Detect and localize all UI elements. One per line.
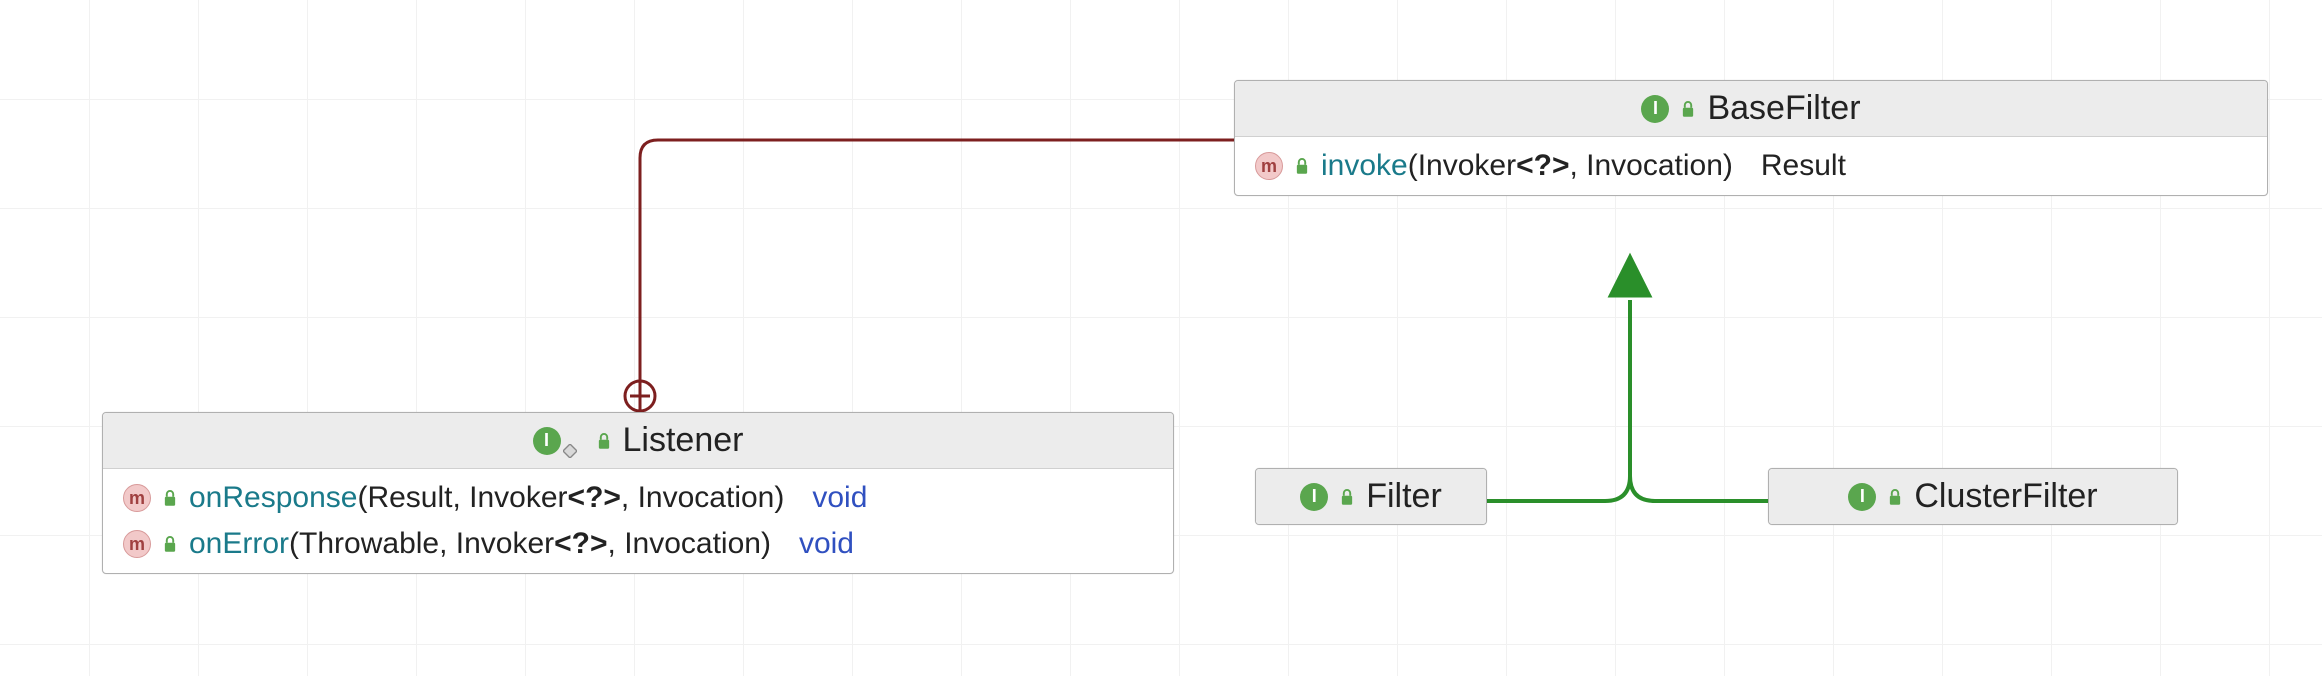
lock-icon [1293,157,1311,175]
lock-icon [1679,100,1697,118]
class-body: m invoke(Invoker<?>, Invocation) Result [1235,137,2267,195]
interface-icon: I [1848,483,1876,511]
lock-icon [595,432,613,450]
method-return: void [812,481,867,515]
method-name: invoke [1321,149,1408,182]
inner-class-anchor-icon [625,381,655,411]
class-body: m onResponse(Result, Invoker<?>, Invocat… [103,469,1173,573]
interface-icon: I [1641,95,1669,123]
method-name: onResponse [189,481,357,514]
method-return: void [799,527,854,561]
method-icon: m [1255,152,1283,180]
interface-icon: I [533,427,561,455]
class-header: I Filter [1256,469,1486,524]
class-title: Filter [1366,477,1442,516]
method-icon: m [123,484,151,512]
class-node-basefilter[interactable]: I BaseFilter m invoke(Invoker<?>, Invoca… [1234,80,2268,196]
method-return: Result [1761,149,1846,183]
lock-icon [161,489,179,507]
lock-icon [1338,488,1356,506]
class-title: ClusterFilter [1914,477,2097,516]
interface-icon: I [1300,483,1328,511]
edge-clusterfilter-to-basefilter [1630,300,1768,501]
class-header: I BaseFilter [1235,81,2267,137]
generalization-arrowhead [1610,256,1650,296]
class-title: Listener [623,421,744,460]
class-header: I Listener [103,413,1173,469]
method-row[interactable]: m invoke(Invoker<?>, Invocation) Result [1235,143,2267,189]
class-title: BaseFilter [1707,89,1860,128]
diagram-canvas[interactable]: I Listener m onResponse(Result, Invoker<… [0,0,2322,676]
method-name: onError [189,527,289,560]
method-params: (Result, Invoker<?>, Invocation) [357,481,784,514]
class-node-listener[interactable]: I Listener m onResponse(Result, Invoker<… [102,412,1174,574]
class-header: I ClusterFilter [1769,469,2177,524]
lock-icon [1886,488,1904,506]
class-node-filter[interactable]: I Filter [1255,468,1487,525]
edge-inner-class [640,140,1234,412]
class-node-clusterfilter[interactable]: I ClusterFilter [1768,468,2178,525]
method-row[interactable]: m onError(Throwable, Invoker<?>, Invocat… [103,521,1173,567]
lock-icon [161,535,179,553]
method-params: (Throwable, Invoker<?>, Invocation) [289,527,771,560]
static-diamond-icon [563,444,577,458]
method-icon: m [123,530,151,558]
method-params: (Invoker<?>, Invocation) [1408,149,1733,182]
edge-filter-to-basefilter [1487,300,1630,501]
method-row[interactable]: m onResponse(Result, Invoker<?>, Invocat… [103,475,1173,521]
